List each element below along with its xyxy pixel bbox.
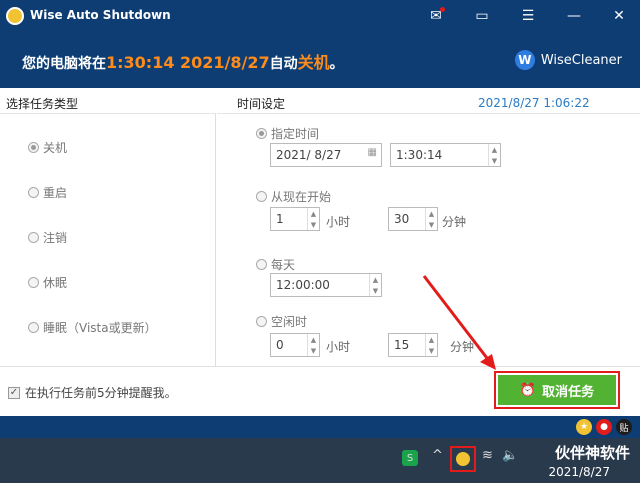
specific-time-input[interactable]: 1:30:14 ▲ ▼ <box>390 143 501 167</box>
tray-app-icon[interactable]: S <box>402 450 418 466</box>
volume-icon[interactable]: 🔈 <box>502 448 518 463</box>
status-banner: 您的电脑将在1:30:14 2021/8/27自动关机。 W WiseClean… <box>0 32 640 88</box>
watermark: 伙伴神软件 <box>554 444 630 462</box>
title-bar: Wise Auto Shutdown ✉ ▭ ☰ — ✕ <box>0 0 640 32</box>
radio-specific-time[interactable]: 指定时间 <box>256 125 319 142</box>
task-type-header: 选择任务类型 <box>0 88 216 114</box>
chat-icon[interactable]: ▭ <box>471 6 493 26</box>
shutdown-message: 您的电脑将在1:30:14 2021/8/27自动关机。 <box>22 53 344 72</box>
radio-from-now[interactable]: 从现在开始 <box>256 188 331 205</box>
minutes-spinner[interactable]: ▲ ▼ <box>425 208 437 230</box>
idle-minutes-input[interactable]: 15 ▲ ▼ <box>388 333 438 357</box>
idle-hours-unit: 小时 <box>326 340 351 354</box>
radio-sleep[interactable]: 睡眠（Vista或更新） <box>28 319 157 336</box>
wifi-icon[interactable]: ≋ <box>482 448 493 463</box>
cancel-task-button-highlight: ⏰ 取消任务 <box>494 371 620 409</box>
hours-unit: 小时 <box>326 215 351 229</box>
cancel-task-button[interactable]: ⏰ 取消任务 <box>498 375 616 405</box>
radio-dot-icon <box>256 316 267 327</box>
radio-restart[interactable]: 重启 <box>28 184 67 201</box>
alarm-clock-icon: ⏰ <box>519 382 537 398</box>
window-title: Wise Auto Shutdown <box>30 8 171 22</box>
radio-idle[interactable]: 空闲时 <box>256 313 307 330</box>
daily-spinner[interactable]: ▲ ▼ <box>369 274 381 296</box>
radio-dot-icon <box>256 259 267 270</box>
wisecleaner-brand[interactable]: W WiseCleaner <box>514 50 622 70</box>
idle-hours-spinner[interactable]: ▲ ▼ <box>307 334 319 356</box>
remind-label: 在执行任务前5分钟提醒我。 <box>25 386 177 400</box>
time-spinner[interactable]: ▲ ▼ <box>488 144 500 166</box>
radio-dot-icon <box>256 128 267 139</box>
hours-spinner[interactable]: ▲ ▼ <box>307 208 319 230</box>
daily-time-input[interactable]: 12:00:00 ▲ ▼ <box>270 273 382 297</box>
menu-icon[interactable]: ☰ <box>517 6 539 26</box>
radio-dot-icon <box>28 322 39 333</box>
remind-checkbox[interactable]: ✓ 在执行任务前5分钟提醒我。 <box>8 384 177 401</box>
close-icon[interactable]: ✕ <box>608 6 630 26</box>
mail-icon[interactable]: ✉ <box>425 6 447 26</box>
radio-dot-icon <box>28 232 39 243</box>
radio-dot-icon <box>28 187 39 198</box>
radio-dot-icon <box>256 191 267 202</box>
current-datetime: 2021/8/27 1:06:22 <box>478 96 590 110</box>
star-icon[interactable]: ★ <box>576 419 592 435</box>
from-now-minutes-input[interactable]: 30 ▲ ▼ <box>388 207 438 231</box>
radio-dot-icon <box>28 277 39 288</box>
scheduled-time: 1:30:14 2021/8/27 <box>106 53 270 72</box>
taskbar-date[interactable]: 2021/8/27 <box>548 465 610 479</box>
from-now-hours-input[interactable]: 1 ▲ ▼ <box>270 207 320 231</box>
radio-hibernate[interactable]: 休眠 <box>28 274 67 291</box>
status-strip: ★ ● 贴 <box>0 416 640 438</box>
wise-auto-shutdown-tray-icon[interactable] <box>450 446 476 472</box>
radio-logoff[interactable]: 注销 <box>28 229 67 246</box>
chevron-up-icon[interactable]: ^ <box>432 448 443 463</box>
radio-shutdown[interactable]: 关机 <box>28 139 67 156</box>
cancel-task-label: 取消任务 <box>542 384 595 400</box>
windows-taskbar: S ^ ≋ 🔈 <box>0 438 640 483</box>
minutes-unit: 分钟 <box>442 215 467 229</box>
idle-hours-input[interactable]: 0 ▲ ▼ <box>270 333 320 357</box>
date-picker[interactable]: 2021/ 8/27 ▦ <box>270 143 382 167</box>
calendar-icon[interactable]: ▦ <box>368 147 377 158</box>
idle-minutes-unit: 分钟 <box>450 340 475 354</box>
wisecleaner-logo-icon: W <box>514 50 535 70</box>
scheduled-action: 关机 <box>297 53 330 72</box>
app-logo-icon <box>6 7 24 25</box>
minimize-icon[interactable]: — <box>563 6 585 26</box>
weibo-icon[interactable]: ● <box>596 419 612 435</box>
radio-dot-icon <box>28 142 39 153</box>
brand-label: WiseCleaner <box>540 52 622 68</box>
tieba-icon[interactable]: 贴 <box>616 419 632 435</box>
radio-daily[interactable]: 每天 <box>256 256 295 273</box>
checkbox-icon: ✓ <box>8 386 20 399</box>
idle-minutes-spinner[interactable]: ▲ ▼ <box>425 334 437 356</box>
